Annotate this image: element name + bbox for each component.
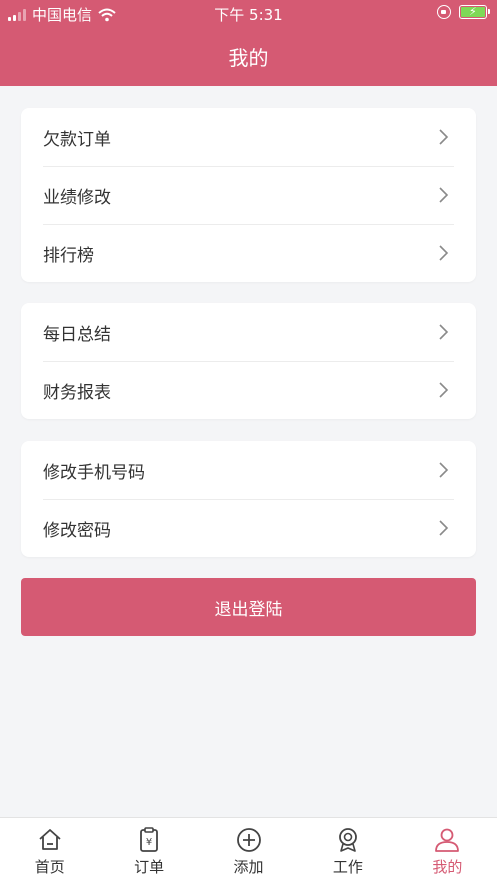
battery-icon: ⚡ <box>459 5 490 19</box>
header: 中国电信 下午 5:31 ⚡ 我的 <box>0 0 497 86</box>
logout-button[interactable]: 退出登陆 <box>21 578 476 636</box>
menu-group-3: 修改手机号码 修改密码 <box>21 441 476 557</box>
tab-label: 添加 <box>233 858 264 876</box>
rotation-lock-icon <box>437 5 451 19</box>
chevron-right-icon <box>439 245 449 261</box>
profile-icon <box>435 828 460 852</box>
menu-group-2: 每日总结 财务报表 <box>21 303 476 419</box>
menu-item-label: 财务报表 <box>43 382 111 403</box>
tab-home[interactable]: 首页 <box>0 818 99 883</box>
menu-item-performance-edit[interactable]: 业绩修改 <box>21 166 476 224</box>
chevron-right-icon <box>439 382 449 398</box>
chevron-right-icon <box>439 324 449 340</box>
chevron-right-icon <box>439 187 449 203</box>
menu-item-label: 欠款订单 <box>43 129 111 150</box>
tab-mine[interactable]: 我的 <box>398 818 497 883</box>
tab-label: 订单 <box>134 858 165 876</box>
menu-item-label: 每日总结 <box>43 324 111 345</box>
add-circle-icon <box>236 828 261 852</box>
tab-add[interactable]: 添加 <box>199 818 298 883</box>
tab-work[interactable]: 工作 <box>298 818 397 883</box>
order-clipboard-icon: ¥ <box>140 827 159 852</box>
status-bar: 中国电信 下午 5:31 ⚡ <box>0 0 497 28</box>
tab-label: 我的 <box>432 858 463 876</box>
home-icon <box>39 829 61 850</box>
status-right: ⚡ <box>437 5 490 19</box>
menu-item-label: 业绩修改 <box>43 187 111 208</box>
menu-item-label: 修改手机号码 <box>43 462 145 483</box>
menu-item-arrears-orders[interactable]: 欠款订单 <box>21 108 476 166</box>
chevron-right-icon <box>439 520 449 536</box>
work-icon <box>339 828 357 852</box>
tab-orders[interactable]: ¥ 订单 <box>99 818 198 883</box>
menu-item-ranking[interactable]: 排行榜 <box>21 224 476 282</box>
menu-item-label: 修改密码 <box>43 520 111 541</box>
menu-item-financial-report[interactable]: 财务报表 <box>21 361 476 419</box>
tab-label: 工作 <box>332 858 363 876</box>
page-title: 我的 <box>228 46 269 70</box>
chevron-right-icon <box>439 129 449 145</box>
chevron-right-icon <box>439 462 449 478</box>
menu-item-daily-summary[interactable]: 每日总结 <box>21 303 476 361</box>
tab-label: 首页 <box>34 858 65 876</box>
menu-item-change-phone[interactable]: 修改手机号码 <box>21 441 476 499</box>
tab-bar: 首页 ¥ 订单 添加 工作 我的 <box>0 817 497 883</box>
menu-item-change-password[interactable]: 修改密码 <box>21 499 476 557</box>
svg-text:¥: ¥ <box>146 837 152 848</box>
menu-group-1: 欠款订单 业绩修改 排行榜 <box>21 108 476 282</box>
menu-item-label: 排行榜 <box>43 245 94 266</box>
status-time: 下午 5:31 <box>214 6 283 24</box>
